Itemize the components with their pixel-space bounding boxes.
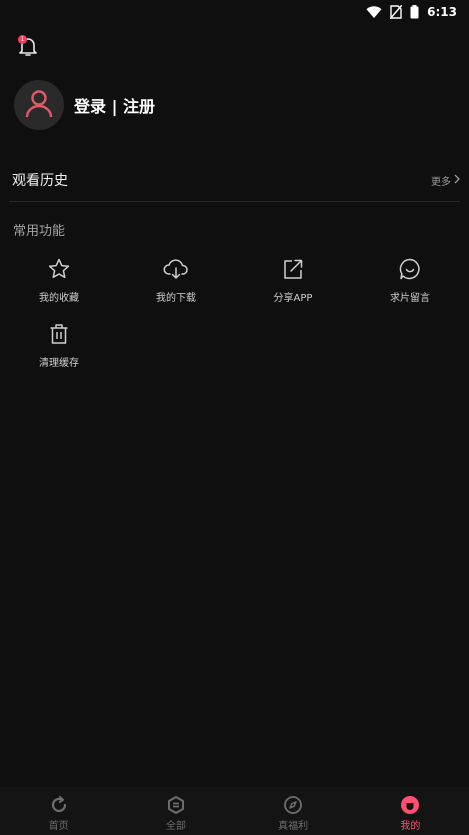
- bell-icon: [16, 38, 40, 62]
- compass-icon: [283, 795, 303, 815]
- tab-all-label: 全部: [165, 820, 186, 832]
- more-link[interactable]: 更多: [431, 173, 460, 188]
- star-icon: [46, 256, 72, 282]
- user-icon: [24, 88, 54, 122]
- share-app-button[interactable]: 分享APP: [234, 256, 352, 304]
- tab-home-label: 首页: [48, 820, 69, 832]
- share-icon: [280, 256, 306, 282]
- avatar[interactable]: [14, 80, 64, 130]
- chevron-right-icon: [454, 174, 460, 187]
- request-message-button[interactable]: 求片留言: [351, 256, 469, 304]
- tab-welfare[interactable]: 真福利: [235, 787, 352, 835]
- tab-mine[interactable]: 我的: [352, 787, 469, 835]
- clear-cache-button[interactable]: 清理缓存: [0, 321, 118, 369]
- category-icon: [166, 795, 186, 815]
- battery-icon: [410, 5, 419, 19]
- divider: [9, 201, 460, 202]
- no-sim-icon: [390, 5, 403, 19]
- trash-icon: [46, 321, 72, 347]
- clear-cache-label: 清理缓存: [39, 358, 79, 369]
- downloads-button[interactable]: 我的下载: [117, 256, 235, 304]
- favorites-button[interactable]: 我的收藏: [0, 256, 118, 304]
- downloads-label: 我的下载: [156, 293, 196, 304]
- watch-history-header: 观看历史 更多: [12, 168, 460, 192]
- status-bar: 6:13: [0, 0, 469, 24]
- notification-button[interactable]: 1: [16, 34, 40, 58]
- request-message-label: 求片留言: [390, 293, 430, 304]
- chat-bubble-icon: [397, 256, 423, 282]
- notification-badge: 1: [18, 35, 27, 44]
- tab-mine-label: 我的: [400, 820, 421, 832]
- section-title: 常用功能: [13, 224, 66, 239]
- favorites-label: 我的收藏: [39, 293, 79, 304]
- login-register-link[interactable]: 登录 | 注册: [74, 93, 155, 117]
- login-area[interactable]: 登录 | 注册: [14, 80, 155, 130]
- more-label: 更多: [431, 176, 451, 188]
- bottom-tab-bar: 首页 全部 真福利 我的: [0, 787, 469, 835]
- watch-history-title: 观看历史: [12, 173, 68, 189]
- home-refresh-icon: [49, 795, 69, 815]
- clock: 6:13: [427, 5, 457, 19]
- tab-home[interactable]: 首页: [0, 787, 117, 835]
- cloud-download-icon: [163, 256, 189, 282]
- tab-all[interactable]: 全部: [117, 787, 234, 835]
- share-app-label: 分享APP: [273, 293, 313, 304]
- tab-welfare-label: 真福利: [278, 820, 309, 832]
- wifi-icon: [366, 5, 382, 19]
- profile-icon: [400, 795, 420, 815]
